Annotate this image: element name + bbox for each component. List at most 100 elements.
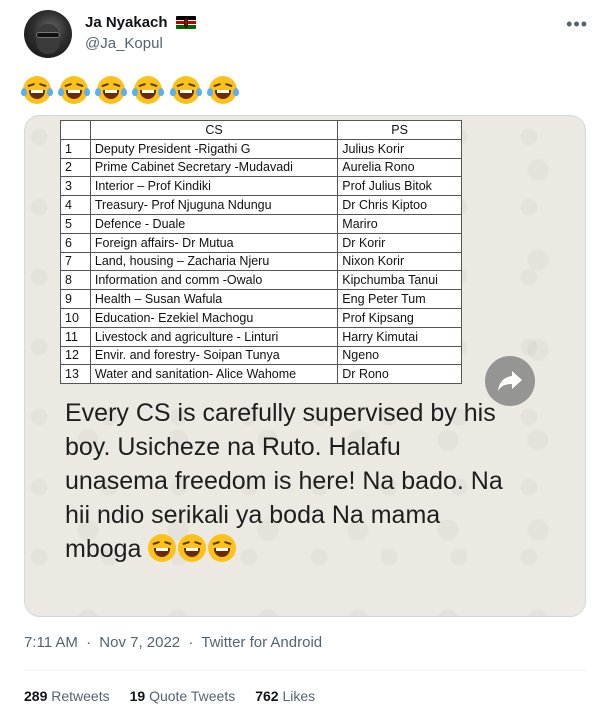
table-cell-cs: Health – Susan Wafula [89,289,339,309]
table-header-cs: CS [89,120,339,140]
divider [24,670,586,671]
share-button[interactable] [485,356,535,406]
table-cell-ps: Julius Korir [337,138,462,159]
table-cell-num: 5 [60,213,91,234]
more-options-button[interactable]: ••• [566,14,588,35]
table-cell-ps: Prof Julius Bitok [337,176,462,197]
face-with-tears-of-joy-icon [58,76,91,104]
tweet-meta: 7:11 AM · Nov 7, 2022 · Twitter for Andr… [24,634,322,651]
table-header-ps: PS [337,120,462,140]
table-cell-cs: Information and comm -Owalo [89,270,339,291]
table-cell-num: 9 [60,289,91,309]
table-cell-cs: Treasury- Prof Njuguna Ndungu [89,195,339,215]
table-cell-ps: Dr Chris Kiptoo [337,195,462,215]
table-cell-cs: Land, housing – Zacharia Njeru [89,251,339,272]
face-with-tears-of-joy-icon [21,76,53,104]
tweet-header: Ja Nyakach @Ja_Kopul ••• [24,10,594,60]
table-cell-num: 10 [60,307,91,328]
table-cell-cs: Foreign affairs- Dr Mutua [89,232,339,253]
quote-tweets-count: 19 [129,688,146,704]
image-caption-text: Every CS is carefully supervised by his … [65,399,503,563]
likes-stat[interactable]: 762 Likes [255,688,315,704]
quote-tweets-stat[interactable]: 19 Quote Tweets [130,688,236,704]
table-cell-ps: Eng Peter Tum [337,289,462,309]
table-row: 9 Health – Susan Wafula Eng Peter Tum [60,289,462,309]
table-cell-ps: Dr Rono [337,364,462,385]
more-horizontal-icon: ••• [566,14,588,34]
tweet-time[interactable]: 7:11 AM [24,634,78,651]
meta-separator: · [86,634,92,651]
table-row: 3 Interior – Prof Kindiki Prof Julius Bito… [60,176,462,197]
table-cell-ps: Harry Kimutai [337,326,462,347]
display-name[interactable]: Ja Nyakach [85,14,168,31]
forward-arrow-icon [498,371,522,391]
quote-tweets-label: Quote Tweets [149,688,236,704]
face-with-tears-of-joy-icon [95,76,128,104]
table-cell-num: 1 [60,138,91,159]
table-row: 1 Deputy President -Rigathi G Julius Korir [60,138,462,159]
table-cell-cs: Prime Cabinet Secretary -Mudavadi [89,157,339,178]
avatar-glasses [36,32,60,38]
table-cell-ps: Nixon Korir [337,251,462,272]
table-row: 4 Treasury- Prof Njuguna Ndungu Dr Chris K… [60,195,462,215]
avatar-face [36,24,60,54]
tweet-media-image[interactable]: CS PS 1 Deputy President -Rigathi G Julius… [24,115,586,617]
table-cell-num: 7 [60,251,91,272]
likes-count: 762 [255,688,279,704]
table-row: 6 Foreign affairs- Dr Mutua Dr Korir [60,232,462,253]
table-cell-cs: Interior – Prof Kindiki [89,176,339,197]
tweet-stats: 289 Retweets 19 Quote Tweets 762 Likes [24,688,315,704]
table-cell-num: 6 [60,232,91,253]
meta-separator: · [188,634,194,651]
retweets-label: Retweets [51,688,110,704]
table-cell-cs: Livestock and agriculture - Linturi [89,326,339,347]
retweets-stat[interactable]: 289 Retweets [24,688,110,704]
tweet-source[interactable]: Twitter for Android [201,634,322,651]
grinning-squinting-face-icon [208,534,237,562]
table-header-row: CS PS [60,120,462,140]
image-caption: Every CS is carefully supervised by his … [65,396,505,566]
display-name-row[interactable]: Ja Nyakach [85,14,196,31]
table-cell-cs: Water and sanitation- Alice Wahome [89,364,339,385]
table-cell-ps: Dr Korir [337,232,462,253]
retweets-count: 289 [24,688,48,704]
table-cell-num: 2 [60,157,91,178]
table-cell-num: 11 [60,326,91,347]
face-with-tears-of-joy-icon [169,76,202,104]
likes-label: Likes [282,688,316,704]
table-body: 1 Deputy President -Rigathi G Julius Korir… [60,138,462,385]
tweet-date[interactable]: Nov 7, 2022 [99,634,180,651]
table-row: 2 Prime Cabinet Secretary -Mudavadi Aureli… [60,157,462,178]
tweet-text [21,76,239,105]
face-with-tears-of-joy-icon [206,76,239,104]
table-row: 10 Education- Ezekiel Machogu Prof Kipsang [60,307,462,328]
table-row: 7 Land, housing – Zacharia Njeru Nixon Kor… [60,251,462,272]
table-cell-cs: Education- Ezekiel Machogu [89,307,339,328]
table-cell-num: 8 [60,270,91,291]
table-cell-num: 13 [60,364,91,385]
table-cell-cs: Defence - Duale [89,213,339,234]
table-cell-cs: Deputy President -Rigathi G [89,138,339,159]
author-handle[interactable]: @Ja_Kopul [85,35,196,52]
table-cell-cs: Envir. and forestry- Soipan Tunya [89,345,339,366]
table-cell-num: 3 [60,176,91,197]
grinning-squinting-face-icon [178,534,207,562]
table-row: 5 Defence - Duale Mariro [60,213,462,234]
grinning-squinting-face-icon [148,534,177,562]
table-row: 11 Livestock and agriculture - Linturi Har… [60,326,462,347]
kenya-flag-icon [175,16,196,29]
table-cell-ps: Aurelia Rono [337,157,462,178]
author-names[interactable]: Ja Nyakach @Ja_Kopul [85,14,196,52]
face-with-tears-of-joy-icon [132,76,165,104]
table-cell-num: 12 [60,345,91,366]
table-header-num [60,120,91,140]
table-cell-ps: Mariro [337,213,462,234]
table-cell-ps: Ngeno [337,345,462,366]
table-cell-num: 4 [60,195,91,215]
cabinet-table: CS PS 1 Deputy President -Rigathi G Julius… [60,120,462,385]
table-cell-ps: Kipchumba Tanui [337,270,462,291]
avatar[interactable] [24,10,72,58]
table-row: 12 Envir. and forestry- Soipan Tunya Ngeno [60,345,462,366]
table-cell-ps: Prof Kipsang [337,307,462,328]
table-row: 8 Information and comm -Owalo Kipchumba Ta… [60,270,462,291]
